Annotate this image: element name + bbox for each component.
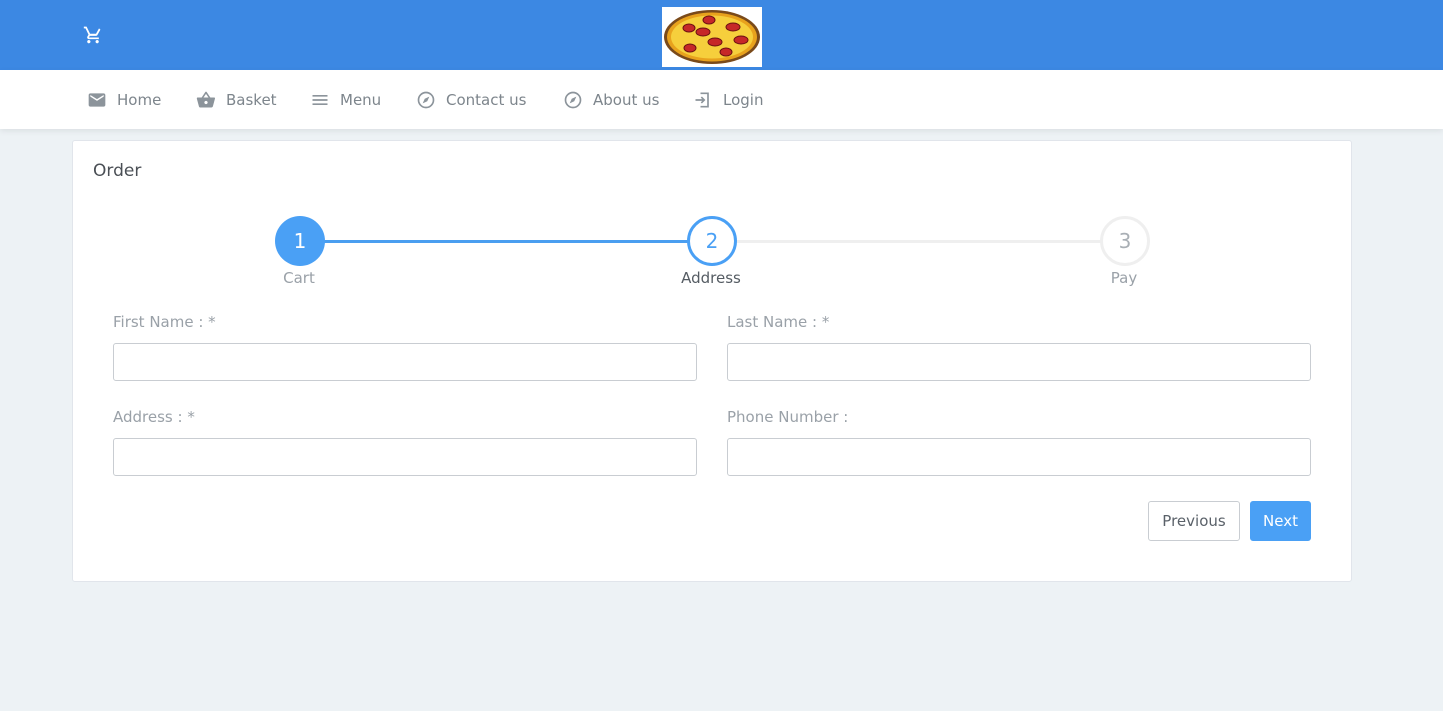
last-name-label: Last Name : *	[727, 313, 830, 331]
phone-number-input[interactable]	[727, 438, 1311, 476]
first-name-label: First Name : *	[113, 313, 216, 331]
envelope-icon	[87, 90, 107, 110]
nav-item-label: About us	[593, 90, 660, 109]
step-3-label: Pay	[1110, 269, 1138, 287]
last-name-input[interactable]	[727, 343, 1311, 381]
step-3-circle[interactable]: 3	[1100, 216, 1150, 266]
nav-item-about-us[interactable]: About us	[563, 70, 659, 129]
compass-icon	[563, 90, 583, 110]
main-nav: Home Basket Menu Contact us About us Log…	[0, 70, 1443, 129]
step-2-circle[interactable]: 2	[687, 216, 737, 266]
nav-item-basket[interactable]: Basket	[196, 70, 277, 129]
order-title: Order	[93, 161, 142, 181]
shopping-cart-icon[interactable]	[83, 25, 103, 45]
nav-item-contact-us[interactable]: Contact us	[416, 70, 526, 129]
step-connector-pending	[736, 240, 1101, 243]
nav-item-login[interactable]: Login	[693, 70, 763, 129]
address-input[interactable]	[113, 438, 697, 476]
compass-icon	[416, 90, 436, 110]
order-stepper: 1 Cart 2 Address 3 Pay	[73, 216, 1351, 296]
top-bar	[0, 0, 1443, 70]
login-icon	[693, 90, 713, 110]
nav-item-label: Contact us	[446, 90, 527, 109]
step-1-label: Cart	[283, 269, 315, 287]
nav-item-label: Home	[117, 90, 162, 109]
address-label: Address : *	[113, 408, 195, 426]
nav-item-home[interactable]: Home	[87, 70, 161, 129]
step-connector-completed	[323, 240, 688, 243]
step-1-circle[interactable]: 1	[275, 216, 325, 266]
nav-item-label: Login	[723, 90, 764, 109]
step-2-label: Address	[681, 269, 741, 287]
first-name-input[interactable]	[113, 343, 697, 381]
phone-number-label: Phone Number :	[727, 408, 849, 426]
previous-button[interactable]: Previous	[1148, 501, 1240, 541]
hamburger-menu-icon	[310, 90, 330, 110]
pizza-logo[interactable]	[662, 7, 762, 67]
order-card: Order 1 Cart 2 Address 3 Pay First Name …	[72, 140, 1352, 582]
nav-item-label: Basket	[226, 90, 277, 109]
next-button[interactable]: Next	[1250, 501, 1311, 541]
basket-icon	[196, 90, 216, 110]
nav-item-label: Menu	[340, 90, 382, 109]
nav-item-menu[interactable]: Menu	[310, 70, 381, 129]
